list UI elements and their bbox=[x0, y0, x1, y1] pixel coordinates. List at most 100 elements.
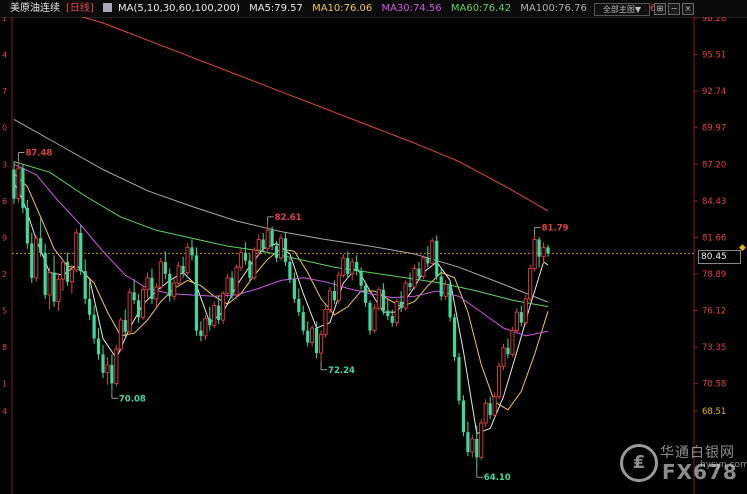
candle[interactable] bbox=[137, 293, 141, 323]
grid-icon[interactable]: ⊞ bbox=[654, 3, 666, 15]
candle[interactable] bbox=[172, 279, 177, 301]
candle[interactable] bbox=[190, 239, 194, 261]
indicator-icon[interactable] bbox=[103, 3, 112, 12]
candle[interactable] bbox=[212, 301, 217, 328]
candlestick-chart[interactable]: 98.28 95.51 92.74 89.97 87.20 84.43 81.66 78.89… bbox=[0, 17, 747, 494]
candle[interactable] bbox=[319, 330, 324, 362]
candle[interactable] bbox=[47, 267, 52, 310]
candle[interactable] bbox=[541, 242, 546, 264]
candle[interactable] bbox=[421, 255, 426, 280]
candle[interactable] bbox=[230, 271, 234, 299]
candle[interactable] bbox=[34, 235, 39, 282]
candle[interactable] bbox=[430, 238, 435, 266]
candle[interactable] bbox=[528, 264, 533, 302]
candle[interactable] bbox=[537, 236, 541, 268]
candle[interactable] bbox=[523, 294, 528, 326]
period-label[interactable]: [日线] bbox=[66, 3, 94, 14]
candle[interactable] bbox=[479, 419, 484, 460]
candle[interactable] bbox=[65, 252, 69, 286]
candle[interactable] bbox=[315, 321, 319, 359]
candle[interactable] bbox=[60, 259, 65, 292]
candle[interactable] bbox=[283, 232, 288, 266]
candle[interactable] bbox=[301, 305, 305, 335]
candle[interactable] bbox=[483, 399, 488, 427]
candle[interactable] bbox=[372, 304, 377, 334]
candle[interactable] bbox=[514, 308, 519, 334]
candle[interactable] bbox=[88, 281, 92, 321]
candle[interactable] bbox=[376, 287, 381, 311]
candle[interactable] bbox=[368, 300, 372, 335]
candle[interactable] bbox=[341, 254, 346, 278]
candle[interactable] bbox=[118, 317, 123, 352]
minus-icon[interactable]: − bbox=[668, 3, 680, 15]
candle[interactable] bbox=[203, 314, 208, 340]
candle[interactable] bbox=[132, 279, 136, 305]
candle[interactable] bbox=[403, 280, 408, 311]
candle[interactable] bbox=[199, 321, 203, 342]
candle[interactable] bbox=[492, 392, 497, 418]
candle[interactable] bbox=[532, 235, 537, 272]
candle[interactable] bbox=[43, 243, 47, 299]
candle[interactable] bbox=[92, 305, 96, 344]
candle[interactable] bbox=[150, 268, 154, 305]
candle[interactable] bbox=[457, 353, 461, 405]
candle[interactable] bbox=[221, 291, 226, 325]
candle[interactable] bbox=[127, 288, 132, 335]
candle[interactable] bbox=[168, 268, 172, 302]
candle[interactable] bbox=[74, 228, 79, 273]
candle[interactable] bbox=[278, 234, 284, 261]
candle[interactable] bbox=[52, 255, 56, 307]
main-chart-dropdown[interactable]: 全部主图▼ bbox=[594, 3, 650, 16]
candle[interactable] bbox=[12, 161, 16, 204]
candle[interactable] bbox=[461, 395, 466, 437]
candle[interactable] bbox=[336, 271, 341, 305]
candle[interactable] bbox=[140, 285, 146, 321]
candle[interactable] bbox=[248, 254, 252, 282]
candle[interactable] bbox=[114, 345, 119, 387]
candle[interactable] bbox=[158, 257, 163, 290]
candle[interactable] bbox=[56, 273, 61, 311]
candle[interactable] bbox=[21, 164, 25, 214]
candle[interactable] bbox=[501, 343, 506, 371]
candle[interactable] bbox=[185, 243, 190, 276]
candle[interactable] bbox=[510, 326, 515, 358]
candle[interactable] bbox=[145, 272, 150, 298]
candle[interactable] bbox=[238, 248, 244, 272]
candle[interactable] bbox=[292, 272, 296, 303]
candle[interactable] bbox=[546, 244, 550, 257]
candle[interactable] bbox=[79, 224, 83, 276]
candle[interactable] bbox=[297, 288, 301, 317]
close-icon[interactable]: × bbox=[682, 3, 694, 15]
candle[interactable] bbox=[252, 247, 257, 281]
candle[interactable] bbox=[101, 345, 105, 379]
candle[interactable] bbox=[96, 327, 101, 360]
candle[interactable] bbox=[394, 298, 399, 327]
candle[interactable] bbox=[350, 257, 355, 281]
candle[interactable] bbox=[506, 338, 510, 359]
candle[interactable] bbox=[176, 261, 181, 288]
candle[interactable] bbox=[217, 296, 221, 325]
instrument-title[interactable]: 美原油连续 bbox=[10, 3, 60, 14]
candle[interactable] bbox=[475, 425, 479, 470]
candle[interactable] bbox=[448, 280, 452, 322]
candle[interactable] bbox=[181, 256, 185, 278]
candle[interactable] bbox=[194, 247, 199, 336]
candle[interactable] bbox=[39, 218, 43, 257]
candle[interactable] bbox=[381, 283, 385, 315]
candle[interactable] bbox=[346, 251, 350, 278]
candle[interactable] bbox=[488, 396, 492, 420]
candle[interactable] bbox=[310, 325, 315, 347]
candle[interactable] bbox=[256, 234, 261, 256]
candle[interactable] bbox=[25, 199, 29, 249]
candle[interactable] bbox=[123, 309, 127, 338]
candle[interactable] bbox=[408, 272, 412, 292]
candle[interactable] bbox=[470, 434, 475, 458]
candle[interactable] bbox=[225, 273, 230, 298]
candle[interactable] bbox=[163, 251, 167, 280]
candle[interactable] bbox=[208, 306, 212, 331]
candle[interactable] bbox=[105, 357, 110, 385]
candle[interactable] bbox=[327, 287, 333, 314]
candle[interactable] bbox=[243, 242, 247, 265]
candle[interactable] bbox=[452, 313, 457, 361]
candle[interactable] bbox=[154, 283, 159, 307]
